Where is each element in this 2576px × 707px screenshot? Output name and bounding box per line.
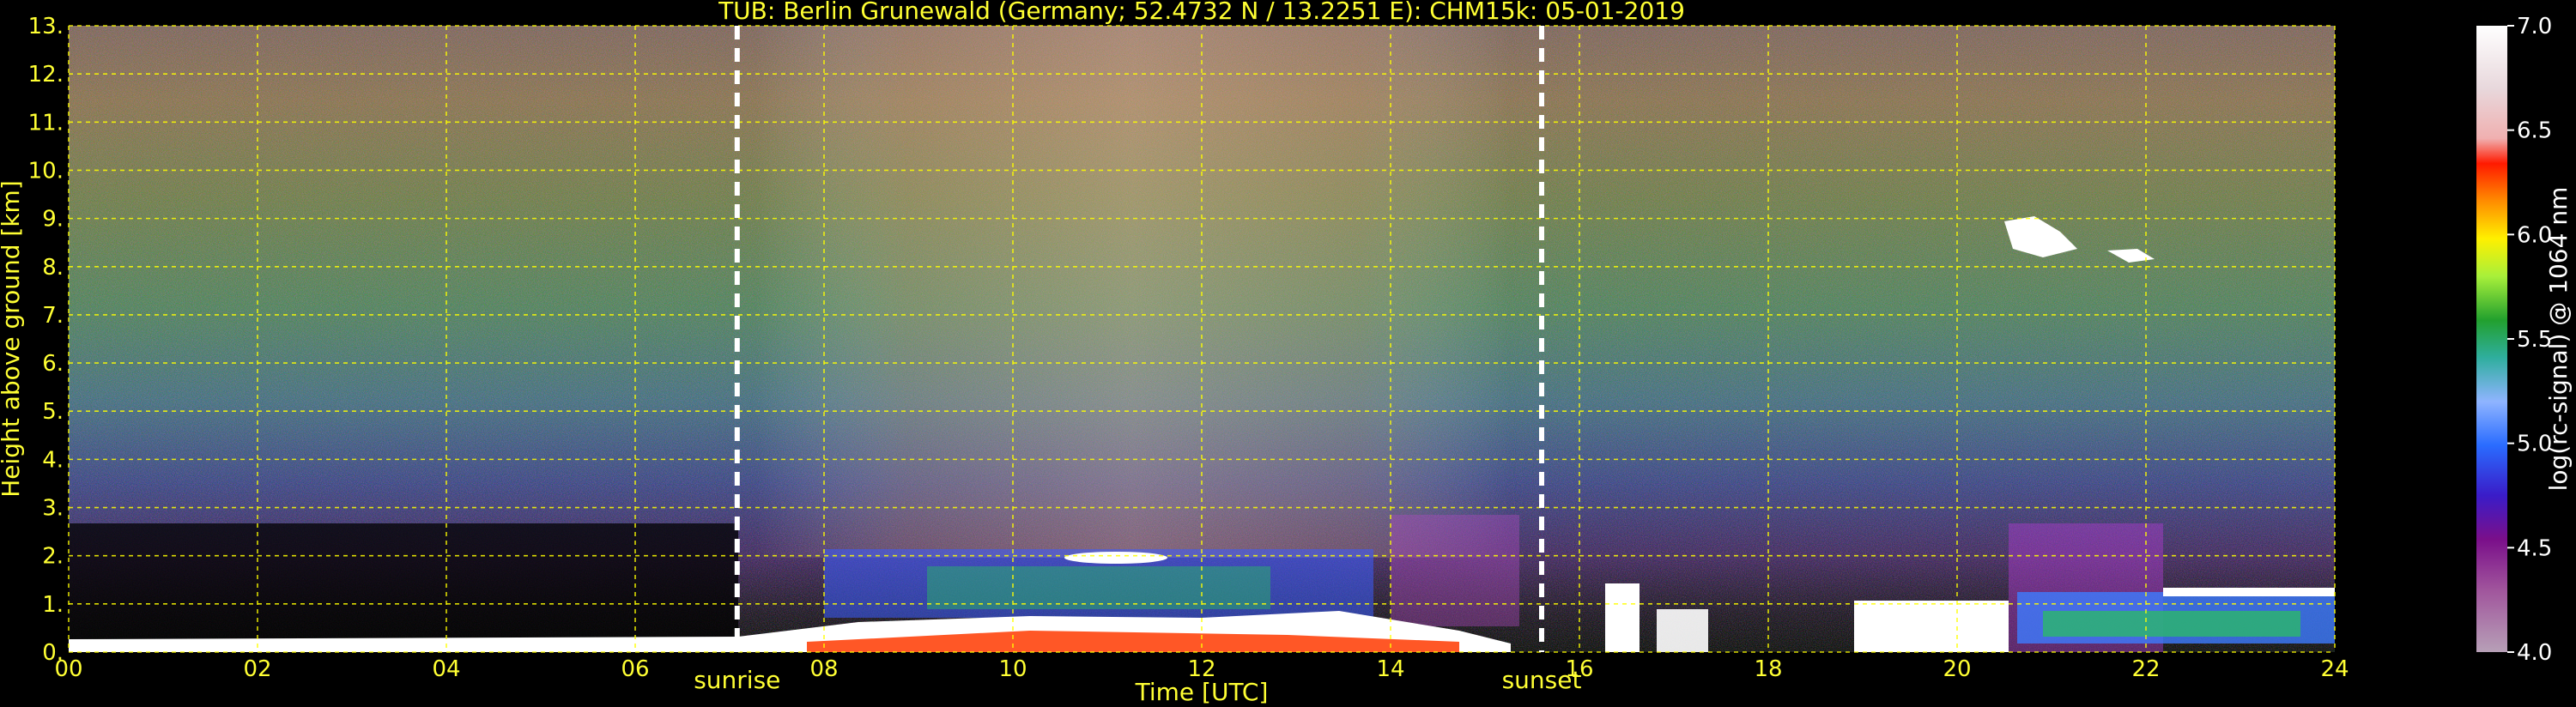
colorbar xyxy=(2476,26,2507,652)
colorbar-label: log(rc-signal) @ 1064 nm xyxy=(2544,187,2573,492)
evening-cloud-1 xyxy=(1605,583,1640,652)
y-tick-label: 3. xyxy=(42,496,64,522)
y-tick-labels: 0.1.2.3.4.5.6.7.8.9.10.11.12.13. xyxy=(28,14,64,666)
sunset-label: sunset xyxy=(1502,666,1582,694)
y-tick-label: 8. xyxy=(42,255,64,281)
x-tick-label: 24 xyxy=(2320,656,2349,682)
colorbar-tick-label: 6.5 xyxy=(2517,118,2552,144)
night-aerosol-green xyxy=(2043,611,2300,637)
colorbar-tick-label: 4.0 xyxy=(2517,640,2552,666)
y-tick-label: 1. xyxy=(42,592,64,618)
y-axis-label: Height above ground [km] xyxy=(0,180,25,498)
x-tick-label: 22 xyxy=(2131,656,2160,682)
y-tick-label: 12. xyxy=(28,62,64,88)
aerosol-streaks-green xyxy=(927,566,1270,609)
y-tick-label: 2. xyxy=(42,544,64,570)
x-tick-label: 18 xyxy=(1754,656,1782,682)
x-tick-label: 00 xyxy=(54,656,82,682)
y-tick-label: 10. xyxy=(28,158,64,184)
x-tick-label: 02 xyxy=(243,656,271,682)
x-tick-label: 04 xyxy=(432,656,460,682)
y-tick-label: 11. xyxy=(28,110,64,136)
evening-cloud-2 xyxy=(1657,609,1708,652)
y-tick-label: 4. xyxy=(42,447,64,473)
colorbar-tick-label: 4.5 xyxy=(2517,535,2552,561)
night-cloud-top xyxy=(2163,588,2335,596)
y-tick-label: 13. xyxy=(28,14,64,39)
afternoon-aerosol xyxy=(1391,515,1519,626)
y-tick-label: 6. xyxy=(42,351,64,377)
sunrise-label: sunrise xyxy=(694,666,780,694)
cloud-2km xyxy=(1064,552,1167,564)
evening-cloud-3 xyxy=(1854,601,2009,652)
ceilometer-figure: 0.1.2.3.4.5.6.7.8.9.10.11.12.13. 00 02 04 0… xyxy=(0,0,2573,706)
colorbar-tick-label: 7.0 xyxy=(2517,14,2552,39)
x-axis-label: Time [UTC] xyxy=(1135,678,1269,706)
x-tick-label: 08 xyxy=(809,656,838,682)
x-tick-label: 20 xyxy=(1943,656,1971,682)
x-tick-label: 10 xyxy=(998,656,1027,682)
night-clear-layer xyxy=(69,523,738,644)
daytime-noise xyxy=(755,26,1511,558)
y-tick-label: 9. xyxy=(42,207,64,233)
chart-title: TUB: Berlin Grunewald (Germany; 52.4732 … xyxy=(718,0,1685,25)
x-tick-label: 14 xyxy=(1376,656,1404,682)
y-tick-label: 7. xyxy=(42,303,64,329)
y-tick-label: 5. xyxy=(42,399,64,425)
x-tick-label: 06 xyxy=(621,656,649,682)
